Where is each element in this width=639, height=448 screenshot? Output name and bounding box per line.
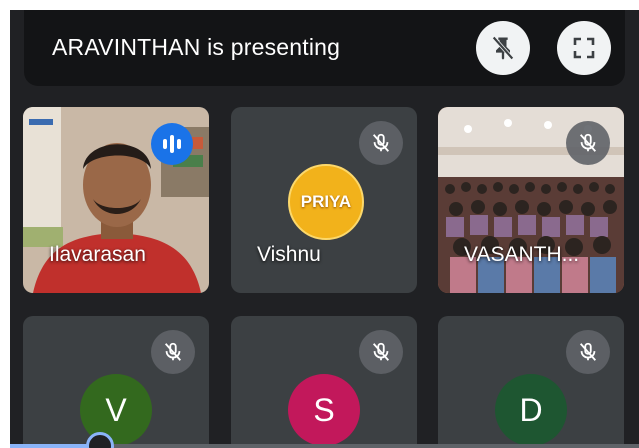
participant-name: Ilavarasan [49,243,146,266]
avatar-initial: S [313,391,335,428]
presenting-banner: ARAVINTHAN is presenting [24,10,625,86]
fullscreen-button[interactable] [557,21,611,75]
avatar-initial: D [519,391,543,428]
participant-tile-vasanth[interactable]: VASANTH... [438,107,624,293]
mic-off-icon [359,330,403,374]
avatar: S [288,374,360,446]
participant-tile-ilavarasan[interactable]: Ilavarasan [23,107,209,293]
participant-tile-vishnu[interactable]: PRIYA Vishnu [231,107,417,293]
fullscreen-icon [573,37,595,59]
participant-tile-d[interactable]: D [438,316,624,448]
bottom-track-fill [10,444,98,448]
participant-logo: PRIYA [288,164,364,240]
unpin-button[interactable] [476,21,530,75]
mic-off-icon [566,121,610,165]
avatar-initial: V [105,391,127,428]
unpin-icon [492,36,514,60]
mic-off-icon [566,330,610,374]
mic-off-icon [359,121,403,165]
logo-text: PRIYA [300,192,352,211]
participant-tile-s[interactable]: S [231,316,417,448]
mic-off-icon [151,330,195,374]
meeting-window: ARAVINTHAN is presenting Ilavarasan PRIY… [10,10,639,448]
participant-name: VASANTH... [464,243,580,266]
presenting-text: ARAVINTHAN is presenting [52,34,341,60]
speaking-indicator-icon [151,123,193,165]
avatar: D [495,374,567,446]
participant-tile-v[interactable]: V [23,316,209,448]
participant-name: Vishnu [257,243,321,266]
